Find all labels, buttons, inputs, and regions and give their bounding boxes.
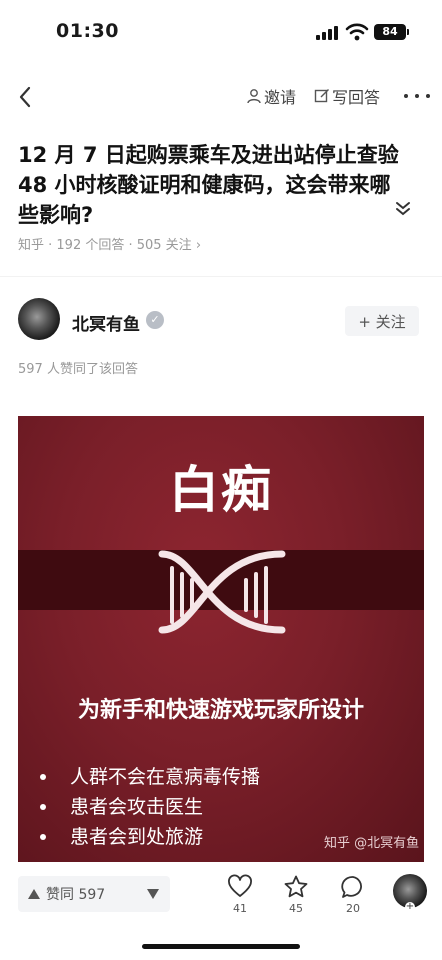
bottom-bar: 赞同 597 41 45 20 + [0, 864, 442, 960]
like-button[interactable]: 41 [220, 874, 260, 920]
write-answer-label: 写回答 [332, 88, 381, 107]
arrow-up-icon [28, 889, 40, 899]
invite-button[interactable]: 邀请 [246, 84, 296, 108]
list-item: 患者会攻击医生 [40, 792, 420, 822]
more-icon[interactable] [404, 82, 430, 110]
invite-label: 邀请 [264, 88, 297, 107]
nav-bar: 邀请 写回答 [0, 78, 442, 118]
favorite-button[interactable]: 45 [276, 874, 316, 920]
verified-badge: ✓ [146, 311, 164, 329]
edit-icon [314, 89, 329, 103]
image-watermark: 知乎 @北冥有鱼 [324, 836, 420, 851]
divider [0, 276, 442, 277]
list-item: 人群不会在意病毒传播 [40, 762, 420, 792]
plus-icon: + [405, 901, 415, 912]
status-bar: 01:30 84 [0, 0, 442, 60]
question-title[interactable]: 12 月 7 日起购票乘车及进出站停止查验 48 小时核酸证明和健康码，这会带来… [18, 140, 408, 230]
favorite-count: 45 [289, 902, 303, 915]
image-subtitle: 为新手和快速游戏玩家所设计 [77, 698, 364, 723]
image-title: 白痴 [169, 461, 273, 519]
comment-count: 20 [346, 902, 360, 915]
upvote-button[interactable]: 赞同 597 [18, 876, 130, 912]
answer-image[interactable]: 白痴 为新手和快速游戏玩家所设计 人群不会在意病毒传播 患者会攻击医生 患者会到… [18, 416, 424, 862]
downvote-button[interactable] [136, 876, 170, 912]
star-icon [284, 875, 308, 898]
follow-button[interactable]: + 关注 [345, 306, 419, 336]
heart-icon [228, 874, 252, 897]
comment-button[interactable]: 20 [333, 874, 373, 920]
status-time: 01:30 [56, 20, 119, 42]
question-meta[interactable]: 知乎 · 192 个回答 · 505 关注 › [18, 234, 201, 253]
like-count: 41 [233, 902, 247, 915]
back-icon[interactable] [14, 82, 38, 112]
comment-icon [341, 876, 362, 898]
avatar[interactable] [18, 298, 60, 340]
person-icon [247, 89, 261, 104]
battery-icon: 84 [374, 24, 406, 40]
battery-cap [407, 29, 409, 35]
signal-icon [316, 26, 340, 40]
upvote-summary: 597 人赞同了该回答 [18, 362, 138, 377]
upvote-label: 赞同 597 [46, 887, 106, 903]
dna-icon [158, 550, 286, 634]
wifi-icon [345, 23, 369, 41]
write-answer-button[interactable]: 写回答 [314, 84, 380, 108]
author-name[interactable]: 北冥有鱼 [72, 310, 140, 335]
vote-group: 赞同 597 [18, 876, 170, 912]
arrow-down-icon [147, 889, 159, 899]
home-indicator[interactable] [142, 944, 300, 949]
chevron-down-icon[interactable] [392, 198, 414, 220]
